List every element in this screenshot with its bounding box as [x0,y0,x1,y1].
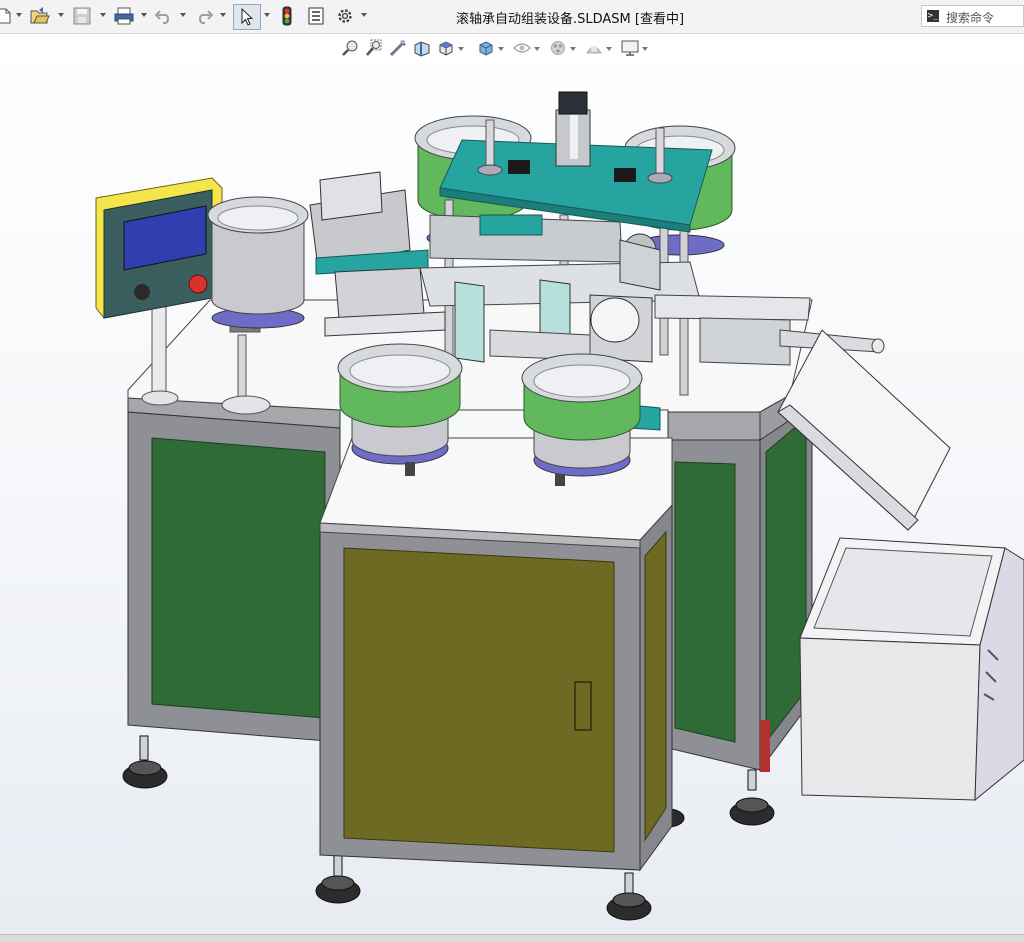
save-dropdown-icon[interactable] [100,13,106,17]
document-title: 滚轴承自动组装设备.SLDASM [查看中] [455,12,685,27]
vibratory-bowl-front-right [521,353,643,486]
graphics-area[interactable] [0,34,1024,941]
print-icon[interactable] [112,5,136,27]
front-cabinet [319,437,673,872]
open-dropdown-icon[interactable] [58,13,64,17]
collection-bin [799,537,1024,802]
new-icon[interactable] [0,5,12,27]
select-icon[interactable] [233,4,261,30]
open-icon[interactable] [28,5,52,27]
command-prompt-icon: >_ [927,10,939,22]
title-bar: 滚轴承自动组装设备.SLDASM [查看中] >_ 搜索命令 [0,0,1024,34]
rebuild-icon[interactable] [277,5,297,27]
vibratory-bowl-left [207,196,309,329]
search-input[interactable]: >_ 搜索命令 [921,5,1024,27]
redo-dropdown-icon[interactable] [220,13,226,17]
undo-dropdown-icon[interactable] [180,13,186,17]
search-placeholder: 搜索命令 [946,11,995,25]
assembly-model[interactable] [0,34,1024,941]
undo-icon[interactable] [152,5,176,27]
select-dropdown-icon[interactable] [264,13,270,17]
save-icon[interactable] [70,5,94,27]
print-dropdown-icon[interactable] [141,13,147,17]
redo-icon[interactable] [192,5,216,27]
new-dropdown-icon[interactable] [16,13,22,17]
